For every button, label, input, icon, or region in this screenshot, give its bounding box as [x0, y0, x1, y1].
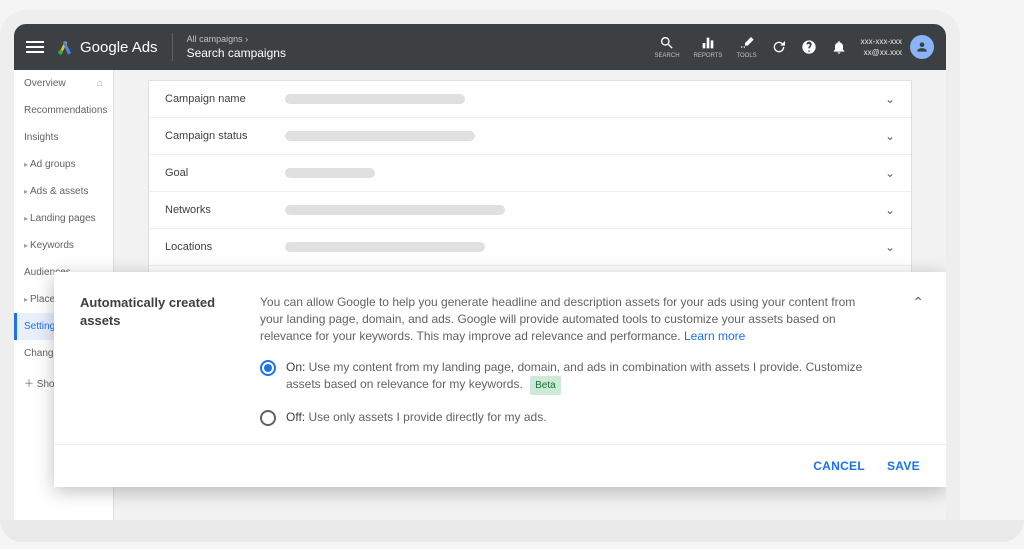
home-icon: ⌂: [97, 78, 103, 89]
save-button[interactable]: SAVE: [887, 459, 920, 473]
caret-icon: ▸: [24, 214, 28, 223]
setting-row-goal[interactable]: Goal ⌄: [149, 155, 911, 192]
setting-row-campaign-name[interactable]: Campaign name ⌄: [149, 81, 911, 118]
placeholder-bar: [285, 131, 475, 141]
card-title: Automatically created assets: [80, 294, 230, 426]
option-off[interactable]: Off: Use only assets I provide directly …: [260, 409, 880, 426]
caret-icon: ▸: [24, 241, 28, 250]
placeholder-bar: [285, 205, 505, 215]
divider: [172, 33, 173, 61]
chevron-down-icon: ⌄: [885, 240, 895, 254]
radio-on[interactable]: [260, 360, 276, 376]
card-description: You can allow Google to help you generat…: [260, 295, 855, 343]
sidebar-item-label: ▸Ads & assets: [24, 186, 88, 197]
caret-icon: ▸: [24, 295, 28, 304]
cancel-button[interactable]: CANCEL: [813, 459, 865, 473]
sidebar-item-label: Overview: [24, 78, 66, 89]
sidebar-item-keywords[interactable]: ▸Keywords: [14, 232, 113, 259]
breadcrumb[interactable]: All campaigns › Search campaigns: [187, 34, 286, 60]
radio-off[interactable]: [260, 410, 276, 426]
sidebar-item-label: ▸Ad groups: [24, 159, 76, 170]
sidebar-item-label: Insights: [24, 132, 58, 143]
sidebar-item-label: ▸Landing pages: [24, 213, 96, 224]
tools-button[interactable]: TOOLS: [736, 35, 756, 59]
collapse-icon[interactable]: ⌃: [912, 294, 924, 311]
setting-label: Goal: [165, 167, 285, 179]
account-email: xx@xx.xxx: [861, 47, 902, 58]
sidebar-item-landing-pages[interactable]: ▸Landing pages: [14, 205, 113, 232]
person-icon: [915, 40, 929, 54]
top-bar: Google Ads All campaigns › Search campai…: [14, 24, 946, 70]
setting-row-campaign-status[interactable]: Campaign status ⌄: [149, 118, 911, 155]
account-id: xxx-xxx-xxx: [861, 36, 902, 47]
reports-icon: [700, 35, 716, 51]
sidebar-item-ad-groups[interactable]: ▸Ad groups: [14, 151, 113, 178]
tools-icon: [739, 35, 755, 51]
avatar: [910, 35, 934, 59]
setting-label: Locations: [165, 241, 285, 253]
placeholder-bar: [285, 242, 485, 252]
chevron-down-icon: ⌄: [885, 166, 895, 180]
sidebar-item-overview[interactable]: Overview ⌂: [14, 70, 113, 97]
option-on[interactable]: On: Use my content from my landing page,…: [260, 359, 880, 395]
help-icon[interactable]: [801, 39, 817, 55]
breadcrumb-current: Search campaigns: [187, 46, 286, 60]
bell-icon[interactable]: [831, 39, 847, 55]
beta-badge: Beta: [530, 376, 561, 395]
sidebar-item-label: ▸Keywords: [24, 240, 74, 251]
chevron-down-icon: ⌄: [885, 203, 895, 217]
product-logo[interactable]: Google Ads: [56, 38, 158, 56]
google-ads-icon: [56, 38, 74, 56]
sidebar-item-insights[interactable]: Insights: [14, 124, 113, 151]
hamburger-icon[interactable]: [26, 41, 44, 53]
reports-button[interactable]: REPORTS: [694, 35, 723, 59]
sidebar-item-ads-assets[interactable]: ▸Ads & assets: [14, 178, 113, 205]
sidebar-item-recommendations[interactable]: Recommendations: [14, 97, 113, 124]
chevron-down-icon: ⌄: [885, 129, 895, 143]
account-menu[interactable]: xxx-xxx-xxx xx@xx.xxx: [861, 35, 934, 59]
setting-label: Networks: [165, 204, 285, 216]
auto-assets-card: Automatically created assets You can all…: [54, 272, 946, 487]
refresh-icon[interactable]: [771, 39, 787, 55]
breadcrumb-parent: All campaigns ›: [187, 34, 286, 44]
search-button[interactable]: SEARCH: [655, 35, 680, 59]
setting-row-networks[interactable]: Networks ⌄: [149, 192, 911, 229]
setting-label: Campaign status: [165, 130, 285, 142]
setting-label: Campaign name: [165, 93, 285, 105]
caret-icon: ▸: [24, 160, 28, 169]
placeholder-bar: [285, 94, 465, 104]
sidebar-item-label: Recommendations: [24, 105, 107, 116]
chevron-down-icon: ⌄: [885, 92, 895, 106]
caret-icon: ▸: [24, 187, 28, 196]
placeholder-bar: [285, 168, 375, 178]
learn-more-link[interactable]: Learn more: [684, 329, 745, 343]
product-name: Google Ads: [80, 39, 158, 56]
setting-row-locations[interactable]: Locations ⌄: [149, 229, 911, 266]
search-icon: [659, 35, 675, 51]
